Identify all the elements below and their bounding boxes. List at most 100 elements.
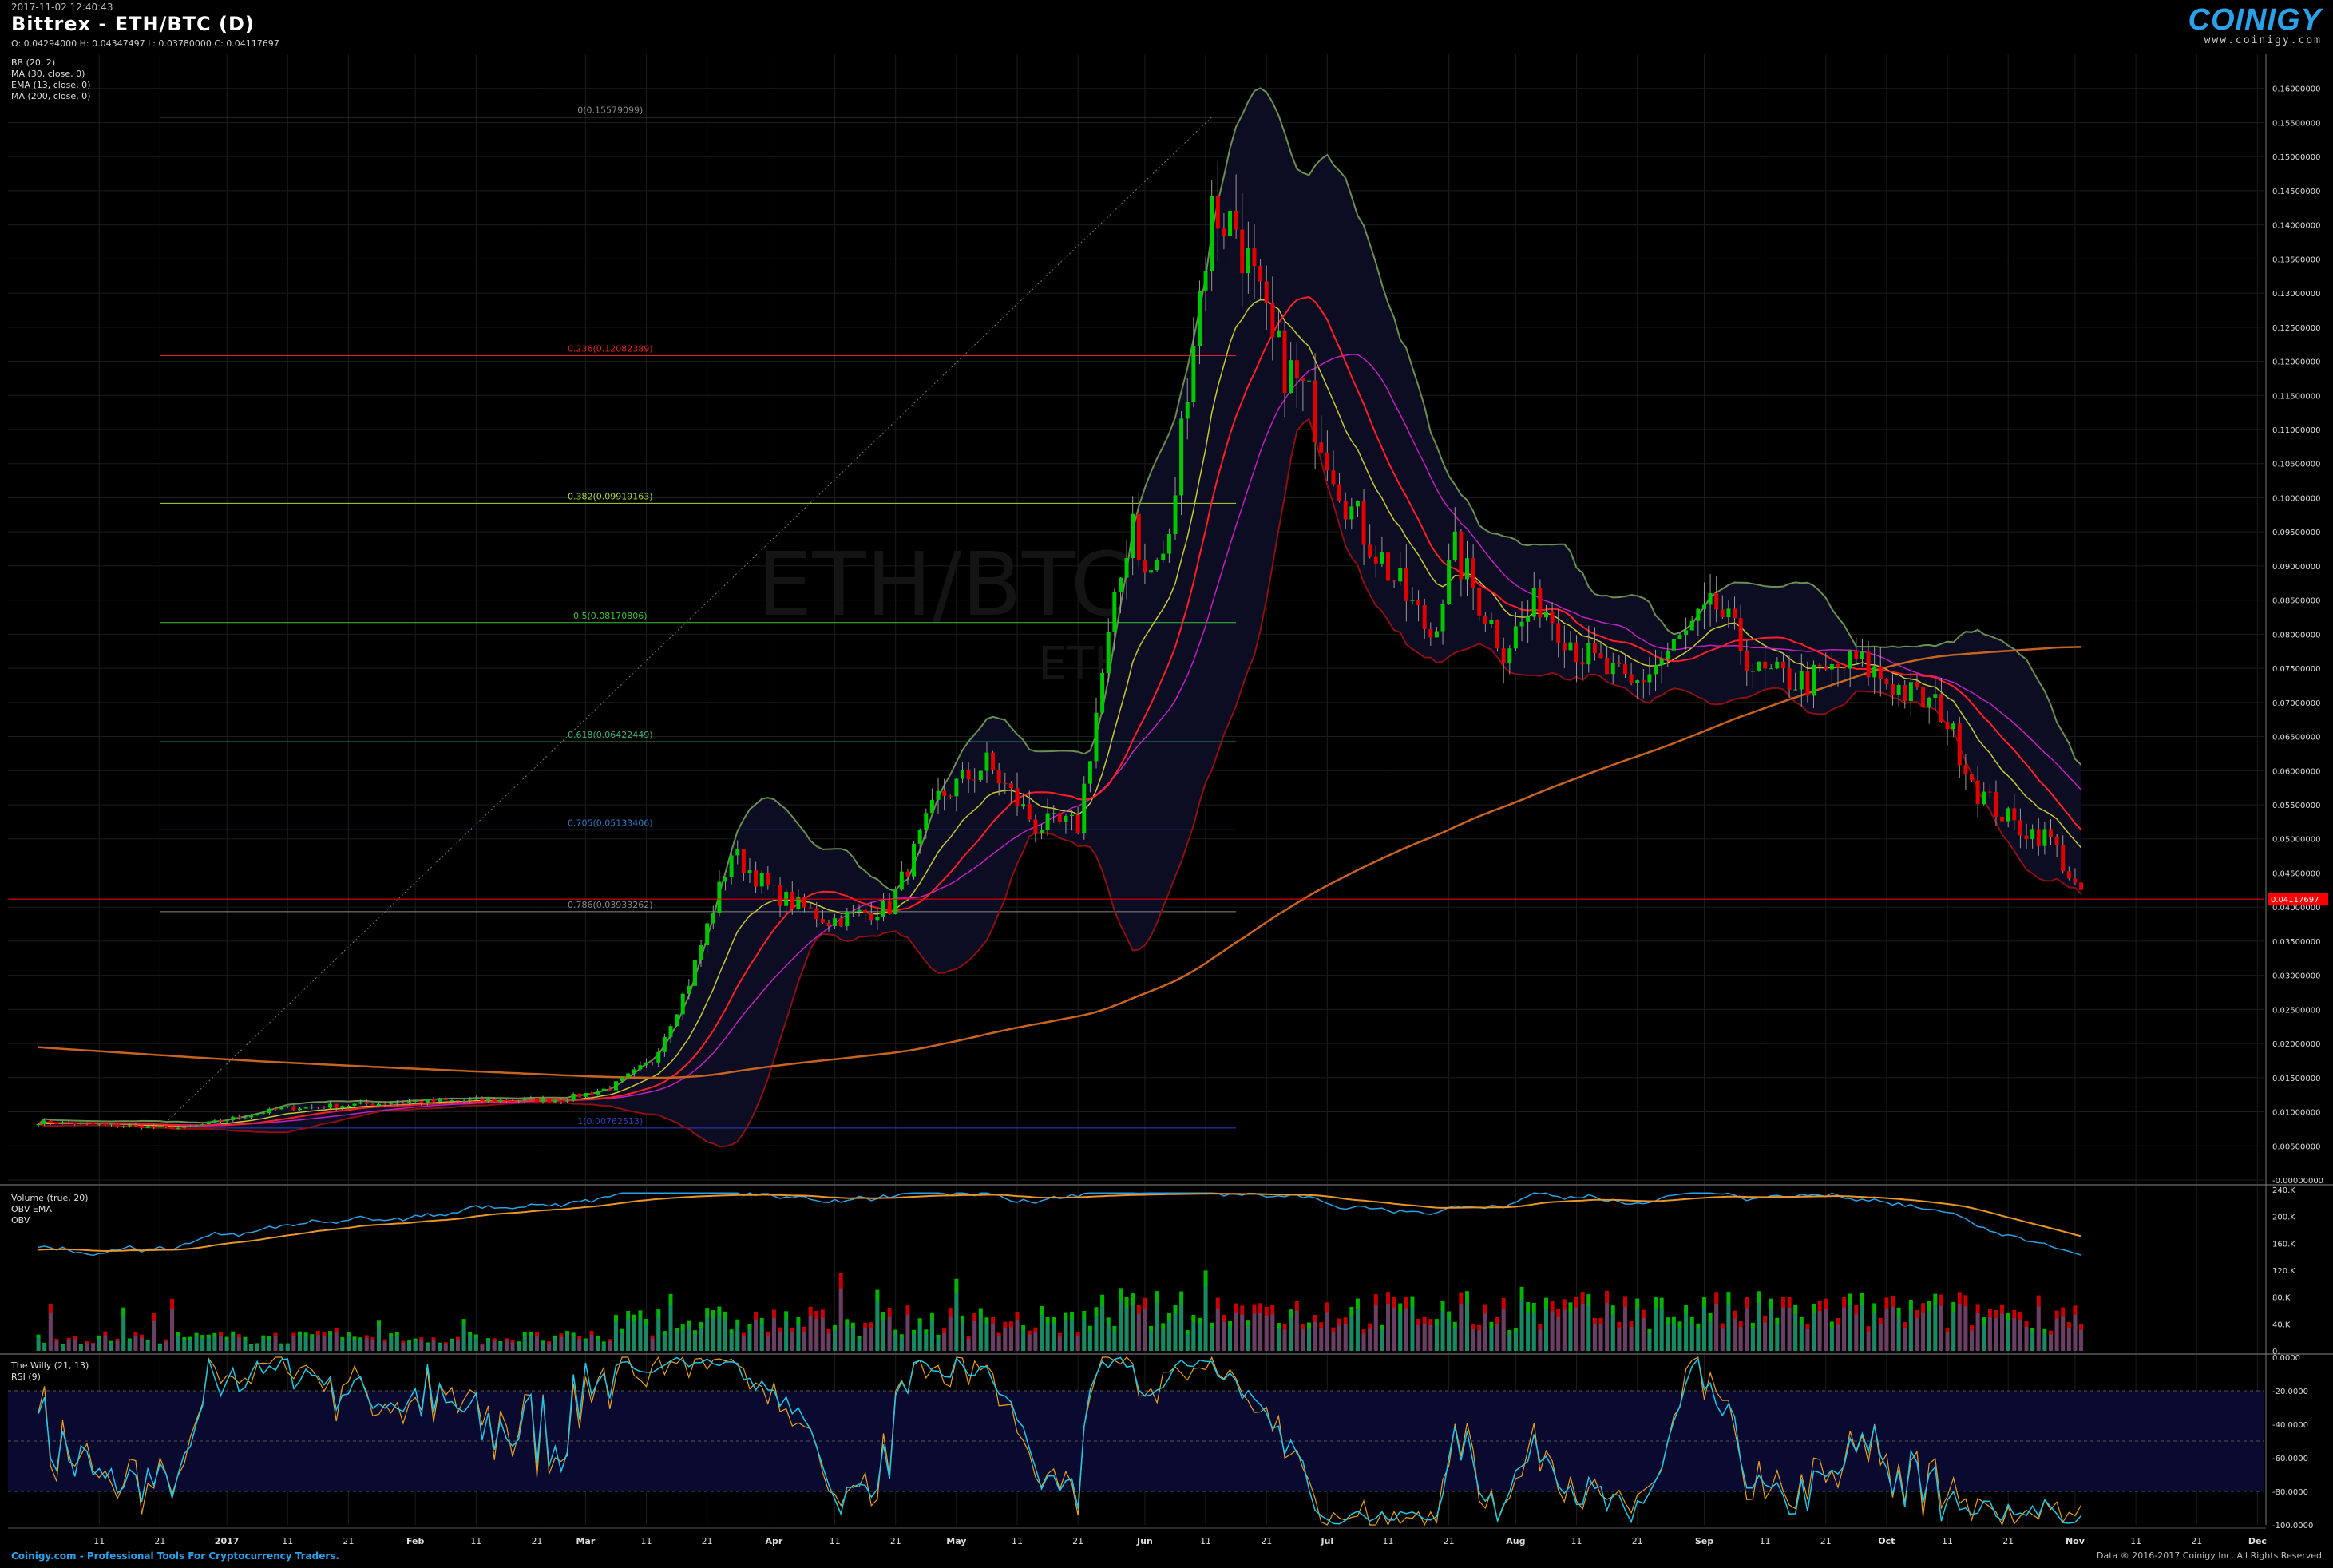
candle-body xyxy=(1447,560,1452,604)
volume-ma-bar xyxy=(1769,1309,1773,1351)
candle-body xyxy=(1361,501,1366,545)
volume-ma-bar xyxy=(455,1340,460,1351)
candle-body xyxy=(1812,664,1816,696)
volume-ma-bar xyxy=(1087,1330,1092,1351)
volume-ma-bar xyxy=(1003,1327,1008,1351)
volume-ma-bar xyxy=(1057,1336,1062,1351)
candle-body xyxy=(1780,661,1785,669)
price-tick-label: 0.15500000 xyxy=(2272,119,2320,128)
candle-body xyxy=(1556,623,1561,643)
volume-ma-bar xyxy=(121,1316,126,1351)
candle-body xyxy=(608,1088,612,1091)
volume-ma-bar xyxy=(1720,1328,1725,1351)
indicator-obv[interactable]: OBV xyxy=(11,1215,30,1225)
candle-body xyxy=(231,1116,236,1121)
volume-ma-bar xyxy=(1228,1326,1233,1351)
volume-ma-bar xyxy=(1750,1328,1755,1351)
indicator-rsi[interactable]: RSI (9) xyxy=(11,1372,41,1382)
candle-body xyxy=(2030,829,2035,840)
candle-body xyxy=(917,830,922,844)
candle-body xyxy=(1489,620,1494,624)
candle-body xyxy=(1799,671,1804,690)
volume-ma-bar xyxy=(1434,1325,1439,1351)
volume-ma-bar xyxy=(1173,1313,1178,1351)
candle-body xyxy=(54,1123,59,1125)
candle-body xyxy=(583,1092,588,1097)
volume-ma-bar xyxy=(486,1340,491,1351)
volume-ma-bar xyxy=(140,1337,145,1351)
indicator-volume[interactable]: Volume (true, 20) xyxy=(11,1193,89,1203)
candle-body xyxy=(1289,360,1293,394)
candle-body xyxy=(1769,668,1773,670)
volume-ma-bar xyxy=(1647,1333,1652,1351)
volume-ma-bar xyxy=(747,1329,752,1351)
volume-ma-bar xyxy=(687,1326,691,1351)
footer-tagline[interactable]: Coinigy.com - Professional Tools For Cry… xyxy=(11,1550,339,1562)
price-tick-label: 0.14000000 xyxy=(2272,222,2320,231)
volume-ma-bar xyxy=(303,1336,308,1351)
volume-ma-bar xyxy=(1915,1318,1919,1351)
candle-body xyxy=(382,1103,387,1105)
volume-ma-bar xyxy=(960,1322,964,1351)
volume-ma-bar xyxy=(620,1333,624,1351)
volume-ma-bar xyxy=(662,1335,667,1351)
volume-ma-bar xyxy=(966,1338,971,1351)
volume-ma-bar xyxy=(699,1328,703,1351)
coinigy-logo[interactable]: COINIGY www.coinigy.com xyxy=(2188,3,2322,46)
indicator-willy[interactable]: The Willy (21, 13) xyxy=(11,1360,89,1371)
volume-ma-bar xyxy=(176,1336,180,1351)
candle-body xyxy=(1507,648,1512,664)
candle-body xyxy=(1246,248,1250,274)
price-tick-label: 0.01000000 xyxy=(2272,1109,2320,1118)
volume-ma-bar xyxy=(717,1315,722,1351)
volume-ma-bar xyxy=(1386,1303,1391,1351)
candle-body xyxy=(103,1123,108,1125)
indicator-ma30[interactable]: MA (30, close, 0) xyxy=(11,69,85,79)
candle-body xyxy=(675,1014,679,1027)
indicator-ema13[interactable]: EMA (13, close, 0) xyxy=(11,80,90,90)
candle-body xyxy=(1471,558,1475,588)
volume-ma-bar xyxy=(954,1293,959,1351)
candle-body xyxy=(1622,663,1627,675)
candle-body xyxy=(2073,878,2078,883)
candle-body xyxy=(1757,661,1761,671)
volume-ma-bar xyxy=(565,1335,570,1351)
price-tick-label: 0.07500000 xyxy=(2272,665,2320,674)
volume-tick-label: 240.K xyxy=(2272,1186,2295,1195)
volume-ma-bar xyxy=(735,1325,740,1351)
volume-ma-bar xyxy=(1161,1328,1166,1351)
volume-ma-bar xyxy=(638,1318,643,1351)
volume-tick-label: 80.K xyxy=(2272,1294,2291,1303)
indicator-bb[interactable]: BB (20, 2) xyxy=(11,57,55,68)
candle-body xyxy=(729,855,734,877)
candle-body xyxy=(1933,694,1938,698)
volume-ma-bar xyxy=(626,1318,631,1351)
candle-body xyxy=(1027,804,1032,820)
candle-body xyxy=(972,779,977,781)
candle-body xyxy=(1817,664,1822,667)
x-tick-label: 21 xyxy=(343,1536,354,1546)
x-tick-label: 11 xyxy=(1383,1536,1394,1546)
candle-body xyxy=(1824,666,1828,670)
indicator-ma200[interactable]: MA (200, close, 0) xyxy=(11,91,90,101)
volume-ma-bar xyxy=(778,1332,782,1351)
indicator-obv-ema[interactable]: OBV EMA xyxy=(11,1204,52,1214)
candle-body xyxy=(1161,553,1166,560)
volume-ma-bar xyxy=(498,1343,503,1351)
volume-ma-bar xyxy=(912,1334,917,1351)
volume-ma-bar xyxy=(1896,1316,1901,1351)
price-tick-label: 0.11500000 xyxy=(2272,392,2320,401)
candle-body xyxy=(425,1099,430,1103)
volume-ma-bar xyxy=(389,1336,394,1351)
volume-ma-bar xyxy=(711,1318,715,1351)
volume-ma-bar xyxy=(1970,1330,1975,1351)
volume-ma-bar xyxy=(340,1340,345,1351)
volume-ma-bar xyxy=(1574,1307,1579,1351)
candle-body xyxy=(498,1099,503,1103)
price-tick-label: 0.07000000 xyxy=(2272,699,2320,708)
volume-ma-bar xyxy=(1264,1315,1269,1351)
volume-ma-bar xyxy=(358,1340,363,1351)
volume-ma-bar xyxy=(54,1340,59,1351)
x-tick-label: 11 xyxy=(641,1536,652,1546)
volume-ma-bar xyxy=(2000,1313,2005,1351)
